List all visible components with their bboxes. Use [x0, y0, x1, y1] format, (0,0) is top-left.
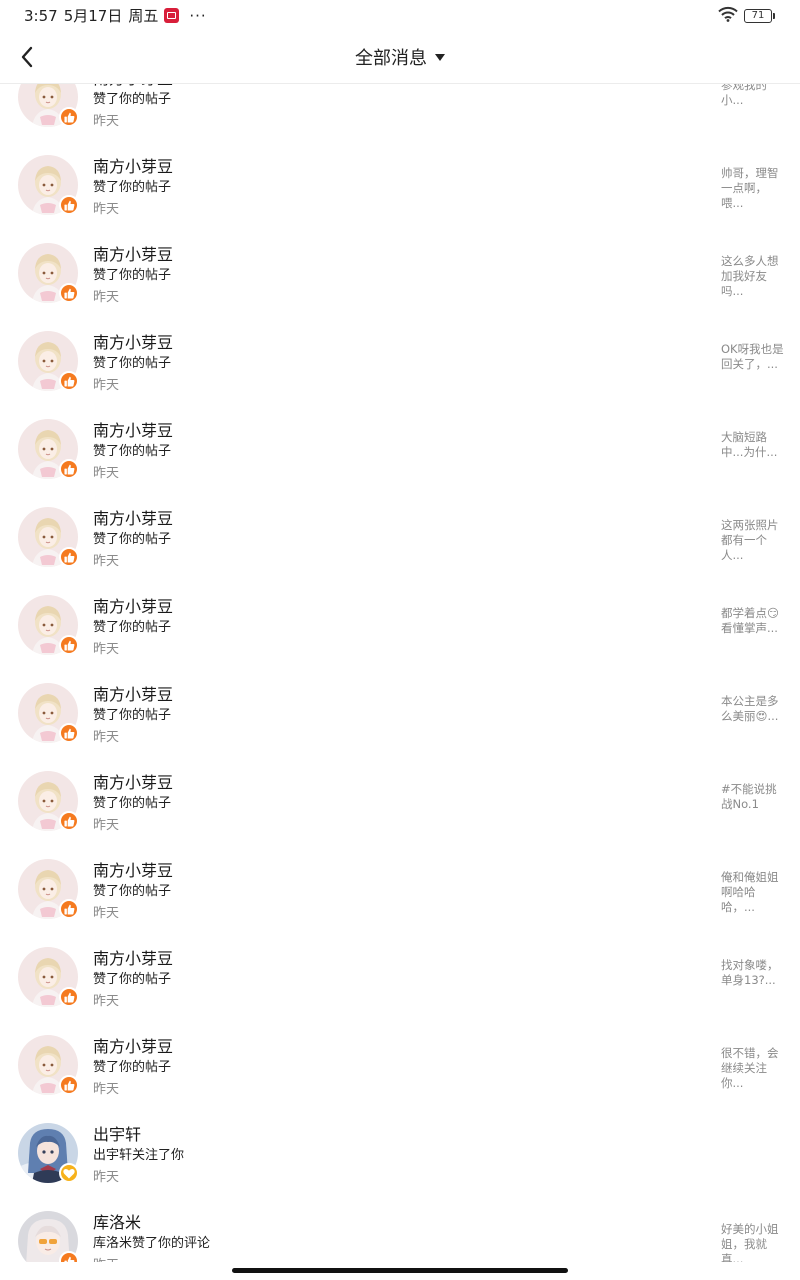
message-item-11[interactable]: 南方小芽豆 赞了你的帖子 昨天 找对象喽，单身13?...: [0, 872, 800, 1009]
status-bar: 3:57 5月17日 周五 ··· 71: [0, 0, 800, 30]
sender-name[interactable]: 库洛米: [93, 1209, 141, 1233]
battery-indicator: 71: [744, 9, 775, 23]
thumbs-up-icon: [63, 1256, 74, 1262]
wifi-icon: [718, 6, 738, 26]
status-more-icon: ···: [189, 6, 207, 25]
status-right: 71: [718, 6, 775, 26]
post-preview[interactable]: 好美的小姐姐，我就真...: [721, 1222, 785, 1262]
home-indicator[interactable]: [232, 1268, 568, 1273]
thumbs-up-badge: [59, 1251, 79, 1262]
message-item-13[interactable]: 出宇轩 出宇轩关注了你 昨天: [0, 1048, 800, 1185]
message-item-7[interactable]: 南方小芽豆 赞了你的帖子 昨天 都学着点😏看懂掌声...: [0, 520, 800, 657]
message-item-4[interactable]: 南方小芽豆 赞了你的帖子 昨天 OK呀我也是回关了，...: [0, 256, 800, 393]
screen-record-icon: [164, 8, 180, 23]
message-time: 昨天: [93, 1254, 119, 1262]
status-weekday: 周五: [128, 7, 159, 25]
status-left: 3:57 5月17日 周五 ···: [24, 5, 207, 26]
caret-down-icon: [435, 53, 445, 61]
message-action: 库洛米赞了你的评论: [93, 1236, 211, 1251]
message-list[interactable]: 南方小芽豆 赞了你的帖子 昨天 参观我的小... 南方小芽豆 赞了你的帖子 昨天…: [0, 84, 800, 1262]
message-item-12[interactable]: 南方小芽豆 赞了你的帖子 昨天 很不错，会继续关注你...: [0, 960, 800, 1097]
message-item-5[interactable]: 南方小芽豆 赞了你的帖子 昨天 大脑短路中...为什...: [0, 344, 800, 481]
nav-bar: 全部消息: [0, 30, 800, 84]
message-item-8[interactable]: 南方小芽豆 赞了你的帖子 昨天 本公主是多么美丽😍...: [0, 608, 800, 745]
message-item-10[interactable]: 南方小芽豆 赞了你的帖子 昨天 俺和俺姐姐啊哈哈哈，...: [0, 784, 800, 921]
message-item-2[interactable]: 南方小芽豆 赞了你的帖子 昨天 帅哥，理智一点啊，喂...: [0, 84, 800, 217]
message-item-6[interactable]: 南方小芽豆 赞了你的帖子 昨天 这两张照片都有一个人...: [0, 432, 800, 569]
message-list-content: 南方小芽豆 赞了你的帖子 昨天 参观我的小... 南方小芽豆 赞了你的帖子 昨天…: [0, 84, 800, 1262]
message-item-14[interactable]: 库洛米 库洛米赞了你的评论 昨天 好美的小姐姐，我就真...: [0, 1136, 800, 1262]
page-title: 全部消息: [355, 48, 427, 69]
status-time: 3:57: [24, 6, 58, 25]
message-item-9[interactable]: 南方小芽豆 赞了你的帖子 昨天 #不能说挑战No.1: [0, 696, 800, 833]
message-item-3[interactable]: 南方小芽豆 赞了你的帖子 昨天 这么多人想加我好友吗...: [0, 168, 800, 305]
status-date: 5月17日: [63, 7, 123, 25]
message-filter-dropdown[interactable]: 全部消息: [0, 44, 800, 70]
